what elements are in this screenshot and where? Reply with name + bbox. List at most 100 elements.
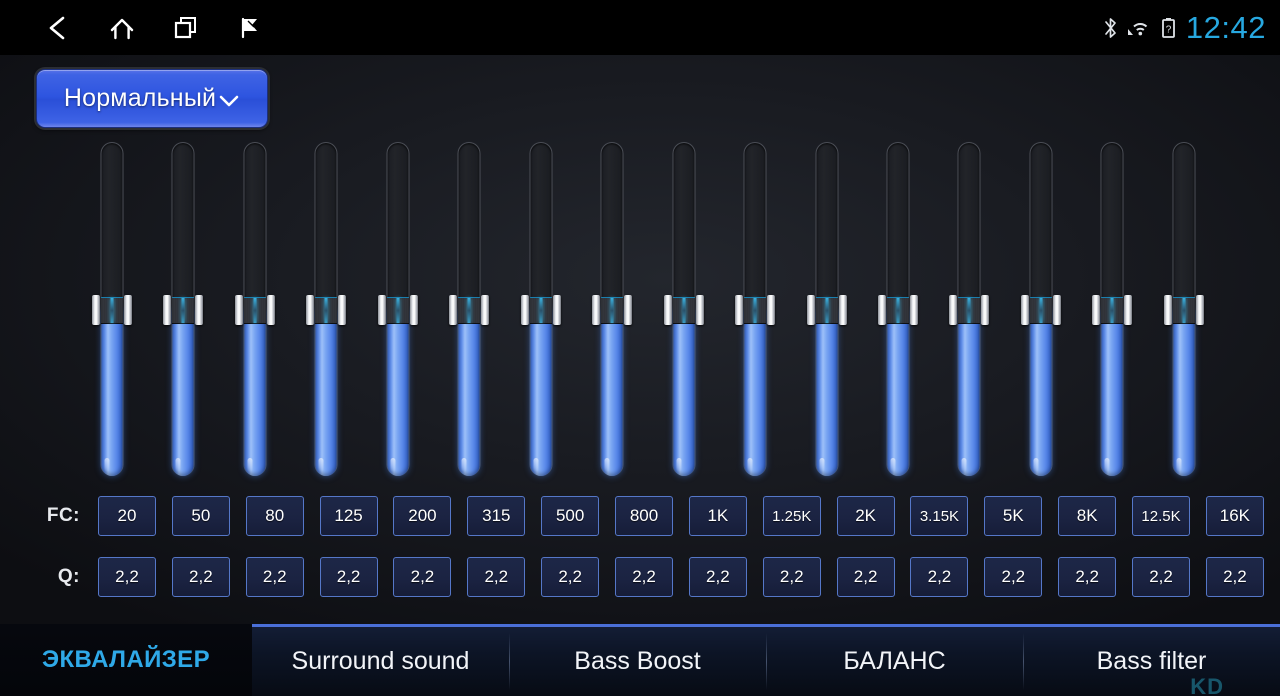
slider-fill [172,309,194,476]
fc-cell-6[interactable]: 500 [541,496,600,536]
eq-slider-80[interactable] [234,142,275,476]
q-cell-4[interactable]: 2,2 [393,557,452,597]
fc-cell-3[interactable]: 125 [319,496,378,536]
slider-grip-right [695,295,704,325]
slider-grip-left [234,295,243,325]
slider-thumb[interactable] [592,295,633,325]
slider-fill [1101,309,1123,476]
slider-thumb[interactable] [1163,295,1204,325]
q-cell-0[interactable]: 2,2 [98,557,156,597]
tab-equalizer[interactable]: ЭКВАЛАЙЗЕР [0,624,252,696]
slider-grip-left [592,295,601,325]
slider-fill [958,309,980,476]
fc-cell-10[interactable]: 2K [836,496,895,536]
tab-surround-sound[interactable]: Surround sound [252,627,509,696]
chevron-down-icon [218,86,240,115]
q-cell-2[interactable]: 2,2 [245,557,304,597]
slider-grip-right [1124,295,1133,325]
back-icon[interactable] [26,0,90,55]
q-cell-10[interactable]: 2,2 [836,557,895,597]
q-cell-14[interactable]: 2,2 [1132,557,1191,597]
slider-grip-left [1092,295,1101,325]
eq-slider-3.15K[interactable] [877,142,918,476]
q-cell-12[interactable]: 2,2 [984,557,1043,597]
eq-slider-125[interactable] [306,142,347,476]
eq-slider-200[interactable] [377,142,418,476]
slider-thumb[interactable] [306,295,347,325]
eq-slider-20[interactable] [92,142,132,476]
fc-cell-15[interactable]: 16K [1205,496,1264,536]
slider-grip-left [449,295,458,325]
q-label: Q: [57,566,80,587]
q-values: 2,2 2,2 2,2 2,2 2,2 2,2 2,2 2,2 2,2 2,2 2,2 2,2 2,2 2… [98,557,1280,597]
slider-thumb[interactable] [1020,295,1061,325]
slider-thumb[interactable] [663,295,704,325]
slider-thumb[interactable] [877,295,918,325]
fc-cell-13[interactable]: 8K [1058,496,1117,536]
eq-slider-16K[interactable] [1163,142,1204,476]
fc-cell-12[interactable]: 5K [984,496,1043,536]
q-cell-1[interactable]: 2,2 [171,557,230,597]
eq-slider-500[interactable] [520,142,561,476]
eq-slider-800[interactable] [592,142,633,476]
slider-thumb[interactable] [163,295,204,325]
eq-slider-315[interactable] [449,142,490,476]
q-cell-6[interactable]: 2,2 [541,557,600,597]
fc-cell-4[interactable]: 200 [393,496,452,536]
fc-cell-5[interactable]: 315 [467,496,526,536]
q-cell-13[interactable]: 2,2 [1058,557,1117,597]
tab-bass-filter[interactable]: Bass filter KD [1023,627,1280,696]
fc-cell-0[interactable]: 20 [98,496,156,536]
eq-slider-8K[interactable] [1020,142,1061,476]
flag-icon[interactable] [218,0,282,55]
eq-slider-1.25K[interactable] [735,142,776,476]
eq-slider-12.5K[interactable] [1092,142,1133,476]
slider-grip-right [1195,295,1204,325]
eq-slider-50[interactable] [163,142,204,476]
q-cell-9[interactable]: 2,2 [762,557,821,597]
fc-cell-8[interactable]: 1K [688,496,747,536]
q-cell-3[interactable]: 2,2 [319,557,378,597]
preset-button[interactable]: Нормальный [36,69,268,128]
slider-thumb[interactable] [1092,295,1133,325]
eq-slider-5K[interactable] [949,142,990,476]
slider-thumb[interactable] [234,295,275,325]
slider-thumb[interactable] [377,295,418,325]
fc-cell-7[interactable]: 800 [615,496,674,536]
tab-balance[interactable]: БАЛАНС [766,627,1023,696]
svg-text:?: ? [1166,24,1172,35]
slider-grip-left [806,295,815,325]
fc-cell-9[interactable]: 1.25K [762,496,821,536]
home-icon[interactable] [90,0,154,55]
fc-cell-2[interactable]: 80 [245,496,304,536]
clock: 12:42 [1185,9,1266,45]
slider-thumb[interactable] [949,295,990,325]
q-cell-8[interactable]: 2,2 [688,557,747,597]
eq-slider-1K[interactable] [663,142,704,476]
slider-fill [101,309,123,476]
slider-thumb[interactable] [520,295,561,325]
slider-fill [601,309,623,476]
eq-slider-2K[interactable] [806,142,847,476]
slider-thumb-body [1101,297,1124,324]
recents-icon[interactable] [154,0,218,55]
slider-thumb[interactable] [449,295,490,325]
slider-thumb[interactable] [735,295,776,325]
q-cell-7[interactable]: 2,2 [615,557,674,597]
slider-thumb[interactable] [92,295,132,325]
tab-bass-boost[interactable]: Bass Boost [509,627,766,696]
q-cell-15[interactable]: 2,2 [1205,557,1264,597]
slider-fill [816,309,838,476]
fc-cell-14[interactable]: 12.5K [1132,496,1191,536]
slider-thumb-body [601,297,624,324]
slider-thumb[interactable] [806,295,847,325]
q-cell-11[interactable]: 2,2 [910,557,969,597]
fc-label: FC: [46,505,80,526]
slider-fill [1173,309,1195,476]
preset-selector[interactable]: Нормальный [36,69,268,128]
slider-fill [530,309,552,476]
slider-grip-left [163,295,172,325]
fc-cell-1[interactable]: 50 [171,496,230,536]
fc-cell-11[interactable]: 3.15K [910,496,969,536]
q-cell-5[interactable]: 2,2 [467,557,526,597]
